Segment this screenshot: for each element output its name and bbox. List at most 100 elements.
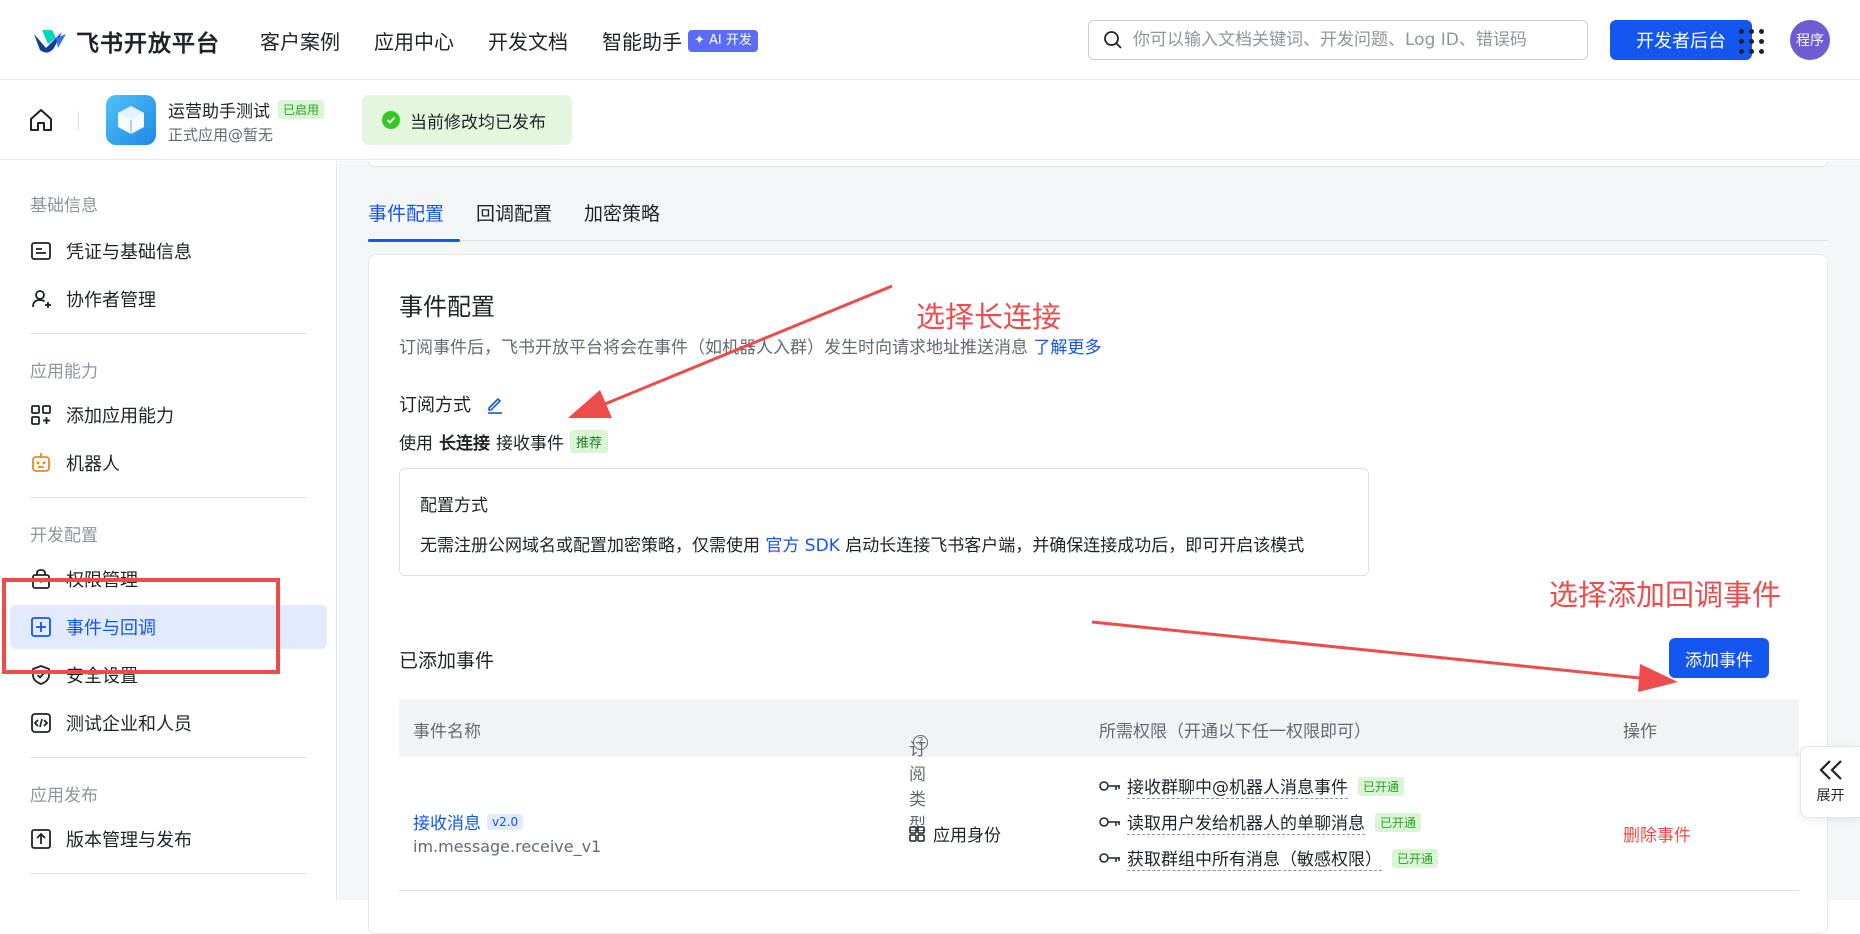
app-status-tag: 已启用 <box>278 100 325 119</box>
config-info-box: 配置方式 无需注册公网域名或配置加密策略，仅需使用 官方 SDK 启动长连接飞书… <box>399 468 1369 576</box>
robot-icon <box>32 453 50 472</box>
key-icon <box>1099 817 1120 827</box>
sidebar-item-label: 添加应用能力 <box>66 406 174 427</box>
publish-status-badge: 当前修改均已发布 <box>362 95 572 145</box>
permission-item: 获取群组中所有消息（敏感权限） 已开通 <box>1099 845 1439 871</box>
subscribe-type-text: 应用身份 <box>933 826 1001 846</box>
check-circle-icon <box>382 111 400 129</box>
credential-icon <box>31 242 51 260</box>
sidebar-item-label: 机器人 <box>66 454 120 475</box>
sidebar-item-robot[interactable]: 机器人 <box>10 441 327 485</box>
key-icon <box>1099 781 1120 791</box>
publish-status-text: 当前修改均已发布 <box>410 112 546 133</box>
event-config-desc: 订阅事件后，飞书开放平台将会在事件（如机器人入群）发生时向请求地址推送消息 了解… <box>399 333 1101 358</box>
permission-text[interactable]: 接收群聊中@机器人消息事件 <box>1127 773 1348 799</box>
use-suffix: 接收事件 <box>496 434 564 454</box>
config-tabs: 事件配置 回调配置 加密策略 <box>368 199 1828 242</box>
config-info-text-1: 无需注册公网域名或配置加密策略，仅需使用 <box>420 536 760 556</box>
double-chevron-left-icon <box>1818 760 1842 780</box>
permission-text[interactable]: 读取用户发给机器人的单聊消息 <box>1127 809 1365 835</box>
sidebar-item-label: 版本管理与发布 <box>66 830 192 851</box>
sidebar-item-label: 凭证与基础信息 <box>66 242 192 263</box>
app-identity-icon <box>909 825 925 842</box>
version-tag: v2.0 <box>487 813 524 830</box>
app-subtitle: 正式应用@暂无 <box>168 126 274 144</box>
official-sdk-link[interactable]: 官方 SDK <box>765 536 839 556</box>
nav-ai-assistant[interactable]: 智能助手 ✦ AI 开发 <box>602 26 758 55</box>
logo[interactable]: 飞书开放平台 <box>32 24 220 58</box>
nav-ai-assistant-label: 智能助手 <box>602 30 682 54</box>
event-name: 接收消息 v2.0 <box>413 809 524 834</box>
event-code: im.message.receive_v1 <box>413 837 602 856</box>
sidebar-item-version-release[interactable]: 版本管理与发布 <box>10 817 327 861</box>
use-prefix: 使用 <box>399 434 433 454</box>
previous-card-edge <box>368 161 1828 167</box>
dev-console-button[interactable]: 开发者后台 <box>1610 20 1752 60</box>
delete-event-link[interactable]: 删除事件 <box>1623 821 1691 846</box>
recommend-tag: 推荐 <box>570 430 609 453</box>
col-actions: 操作 <box>1623 722 1657 742</box>
sidebar-section-dev-config: 开发配置 <box>30 526 98 546</box>
add-event-button[interactable]: 添加事件 <box>1669 638 1769 678</box>
key-icon <box>1099 853 1120 863</box>
top-nav-bar: 飞书开放平台 客户案例 应用中心 开发文档 智能助手 ✦ AI 开发 开发者后台… <box>0 0 1860 80</box>
tab-encryption[interactable]: 加密策略 <box>568 199 676 241</box>
sidebar-divider <box>30 497 307 498</box>
help-icon[interactable]: ? <box>913 735 928 750</box>
permission-status-tag: 已开通 <box>1392 848 1439 868</box>
table-row: 接收消息 v2.0 im.message.receive_v1 应用身份 接收群… <box>399 757 1799 891</box>
expand-panel-button[interactable]: 展开 <box>1800 746 1860 818</box>
nav-dev-docs[interactable]: 开发文档 <box>488 26 568 55</box>
sidebar-divider <box>30 757 307 758</box>
avatar[interactable]: 程序 <box>1790 20 1830 60</box>
main-nav: 客户案例 应用中心 开发文档 智能助手 ✦ AI 开发 <box>260 26 758 55</box>
sidebar: 基础信息 凭证与基础信息 协作者管理 应用能力 添加应用能力 机器人 开发配置 … <box>0 161 337 900</box>
annotation-long-connection: 选择长连接 <box>916 300 1062 334</box>
sidebar-item-test-enterprise[interactable]: 测试企业和人员 <box>10 701 327 745</box>
sidebar-section-release: 应用发布 <box>30 786 98 806</box>
subscribe-type: 应用身份 <box>909 821 1001 846</box>
col-event-name: 事件名称 <box>413 722 481 742</box>
search-box[interactable] <box>1088 20 1588 60</box>
edit-icon[interactable] <box>485 394 505 414</box>
sidebar-section-capabilities: 应用能力 <box>30 362 98 382</box>
app-name: 运营助手测试 已启用 <box>168 97 325 122</box>
sidebar-item-credentials[interactable]: 凭证与基础信息 <box>10 229 327 273</box>
subscribe-method-value: 使用 长连接 接收事件 推荐 <box>399 429 609 454</box>
annotation-highlight-box <box>2 578 280 674</box>
sidebar-section-basic: 基础信息 <box>30 196 98 216</box>
app-grid-icon[interactable] <box>1736 26 1766 56</box>
sidebar-item-label: 测试企业和人员 <box>66 714 192 735</box>
permission-status-tag: 已开通 <box>1375 812 1422 832</box>
config-info-title: 配置方式 <box>420 496 488 516</box>
annotation-add-callback: 选择添加回调事件 <box>1549 578 1782 612</box>
permission-text[interactable]: 获取群组中所有消息（敏感权限） <box>1127 845 1382 871</box>
expand-label: 展开 <box>1816 788 1845 804</box>
feishu-logo-icon <box>34 30 66 53</box>
sidebar-divider <box>30 873 307 874</box>
upload-icon <box>31 829 51 849</box>
tab-event-config[interactable]: 事件配置 <box>368 199 461 242</box>
search-icon <box>1104 31 1122 49</box>
sidebar-item-collaborators[interactable]: 协作者管理 <box>10 277 327 321</box>
col-permissions: 所需权限（开通以下任一权限即可） <box>1099 722 1371 742</box>
cube-icon <box>118 106 144 134</box>
nav-app-center[interactable]: 应用中心 <box>374 26 454 55</box>
config-info-text: 无需注册公网域名或配置加密策略，仅需使用 官方 SDK 启动长连接飞书客户端，并… <box>420 531 1304 556</box>
app-name-text: 运营助手测试 <box>168 102 270 122</box>
learn-more-link[interactable]: 了解更多 <box>1033 338 1101 358</box>
code-icon <box>31 713 51 733</box>
search-input[interactable] <box>1133 30 1573 50</box>
subscribe-method-title: 订阅方式 <box>399 391 505 417</box>
event-config-title: 事件配置 <box>399 293 495 321</box>
subscribe-method-label: 订阅方式 <box>399 395 471 416</box>
divider <box>78 111 79 131</box>
tab-callback-config[interactable]: 回调配置 <box>460 199 568 241</box>
event-name-link[interactable]: 接收消息 <box>413 809 481 834</box>
nav-customer-cases[interactable]: 客户案例 <box>260 26 340 55</box>
home-icon[interactable] <box>28 107 54 133</box>
main-content: 事件配置 回调配置 加密策略 事件配置 订阅事件后，飞书开放平台将会在事件（如机… <box>338 161 1860 934</box>
ai-dev-badge-label: AI 开发 <box>709 32 752 48</box>
sidebar-item-label: 协作者管理 <box>66 290 156 311</box>
sidebar-item-add-capability[interactable]: 添加应用能力 <box>10 393 327 437</box>
